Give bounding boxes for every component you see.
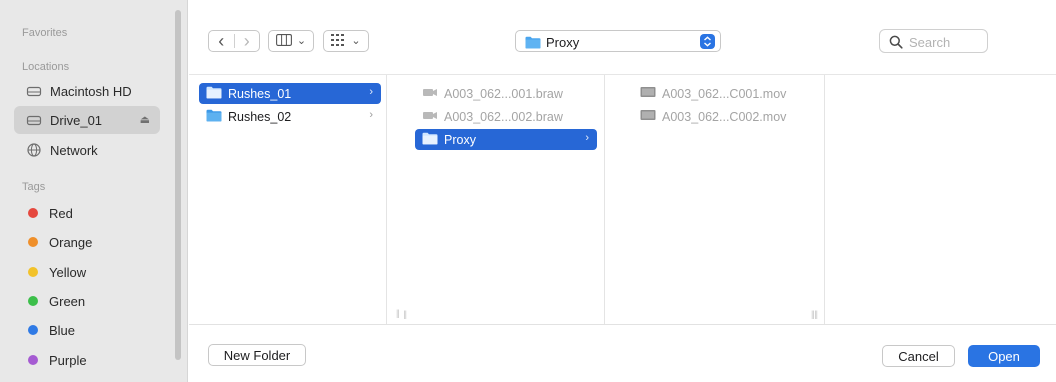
chevron-right-icon: ›: [369, 86, 373, 98]
sidebar-item-tag-red[interactable]: Red: [14, 199, 160, 227]
tags-heading: Tags: [22, 181, 46, 193]
movie-thumbnail-icon: [640, 109, 656, 124]
list-item-label: Rushes_02: [228, 109, 292, 124]
browser-column-2: A003_062...001.braw A003_062...002.braw …: [403, 75, 605, 325]
video-file-icon: [422, 109, 438, 124]
list-item-braw-002[interactable]: A003_062...002.braw: [415, 106, 597, 127]
view-mode-button[interactable]: ⌄: [268, 30, 314, 52]
folder-icon: [206, 109, 222, 125]
sidebar-item-label: Yellow: [49, 264, 87, 280]
sidebar-item-tag-blue[interactable]: Blue: [14, 316, 160, 344]
list-item-label: Proxy: [444, 132, 476, 147]
list-item-label: A003_062...002.braw: [444, 109, 563, 124]
orange-tag-icon: [28, 237, 38, 247]
sidebar-item-tag-purple[interactable]: Purple: [14, 346, 160, 374]
list-item-braw-001[interactable]: A003_062...001.braw: [415, 83, 597, 104]
network-globe-icon: [26, 142, 42, 158]
grid-group-icon: [331, 33, 346, 49]
chevron-right-icon: ›: [585, 132, 589, 144]
back-button[interactable]: ‹: [209, 32, 234, 50]
folder-icon: [206, 86, 222, 102]
browser-column-1: Rushes_01 › Rushes_02 ›: [189, 75, 387, 325]
sidebar-item-label: Macintosh HD: [50, 83, 132, 99]
back-forward-control: ‹ ›: [208, 30, 260, 52]
eject-icon[interactable]: ⏏: [140, 113, 150, 126]
list-item-rushes-02[interactable]: Rushes_02 ›: [199, 106, 381, 127]
folder-icon: [525, 36, 541, 52]
column-resize-handle[interactable]: ||: [403, 309, 407, 319]
internal-drive-icon: [26, 83, 42, 99]
location-label: Proxy: [546, 35, 580, 50]
column-resize-handle[interactable]: ||: [814, 309, 818, 319]
sidebar-item-tag-orange[interactable]: Orange: [14, 228, 160, 256]
column-browser: Rushes_01 › Rushes_02 › A003_062...001.b…: [189, 74, 1056, 325]
browser-column-4: ||: [811, 75, 1056, 325]
list-item-label: A003_062...C001.mov: [662, 86, 787, 101]
dialog-footer: New Folder Cancel Open: [189, 324, 1056, 382]
sidebar-item-label: Red: [49, 205, 73, 221]
list-item-label: A003_062...C002.mov: [662, 109, 787, 124]
browser-column-3: A003_062...C001.mov A003_062...C002.mov …: [623, 75, 825, 325]
group-by-button[interactable]: ⌄: [323, 30, 369, 52]
movie-thumbnail-icon: [640, 86, 656, 101]
sidebar-item-label: Orange: [49, 234, 93, 250]
external-drive-icon: [26, 112, 42, 128]
sidebar-item-network[interactable]: Network: [14, 136, 160, 164]
sidebar-item-tag-green[interactable]: Green: [14, 287, 160, 315]
chevron-down-icon: ⌄: [351, 35, 361, 47]
yellow-tag-icon: [28, 267, 38, 277]
sidebar-item-label: Network: [50, 142, 98, 158]
green-tag-icon: [28, 296, 38, 306]
list-item-label: A003_062...001.braw: [444, 86, 563, 101]
search-placeholder: Search: [909, 35, 951, 50]
sidebar-item-label: Purple: [49, 352, 87, 368]
sidebar-item-label: Blue: [49, 322, 76, 338]
chevron-down-icon: ⌄: [296, 35, 307, 47]
popup-stepper-icon: [700, 34, 715, 49]
sidebar-item-drive-01[interactable]: Drive_01 ⏏: [14, 106, 160, 134]
new-folder-button[interactable]: New Folder: [208, 344, 306, 366]
red-tag-icon: [28, 208, 38, 218]
list-item-rushes-01[interactable]: Rushes_01 ›: [199, 83, 381, 104]
chevron-right-icon: ›: [369, 109, 373, 121]
list-item-mov-001[interactable]: A003_062...C001.mov: [633, 83, 815, 104]
favorites-heading: Favorites: [22, 27, 68, 39]
blue-tag-icon: [28, 325, 38, 335]
sidebar-item-tag-yellow[interactable]: Yellow: [14, 258, 160, 286]
sidebar-item-label: Green: [49, 293, 86, 309]
toolbar: ‹ › ⌄ ⌄ Proxy Search: [189, 0, 1056, 74]
sidebar: Favorites Locations Macintosh HD Drive_0…: [0, 0, 188, 382]
open-button[interactable]: Open: [968, 345, 1040, 367]
folder-icon: [422, 132, 438, 148]
search-field[interactable]: Search: [879, 29, 988, 53]
list-item-label: Rushes_01: [228, 86, 292, 101]
locations-heading: Locations: [22, 61, 70, 73]
sidebar-item-label: Drive_01: [50, 112, 103, 128]
sidebar-item-macintosh-hd[interactable]: Macintosh HD: [14, 77, 160, 105]
sidebar-scrollbar[interactable]: [175, 10, 181, 360]
column-resize-handle[interactable]: ||: [811, 309, 815, 319]
video-file-icon: [422, 86, 438, 101]
search-icon: [889, 35, 903, 52]
location-popup[interactable]: Proxy: [515, 30, 721, 52]
column-resize-handle[interactable]: ||: [396, 308, 400, 318]
purple-tag-icon: [28, 355, 38, 365]
list-item-proxy[interactable]: Proxy ›: [415, 129, 597, 150]
cancel-button[interactable]: Cancel: [882, 345, 955, 367]
list-item-mov-002[interactable]: A003_062...C002.mov: [633, 106, 815, 127]
forward-button[interactable]: ›: [235, 32, 260, 50]
column-view-icon: [275, 33, 292, 49]
